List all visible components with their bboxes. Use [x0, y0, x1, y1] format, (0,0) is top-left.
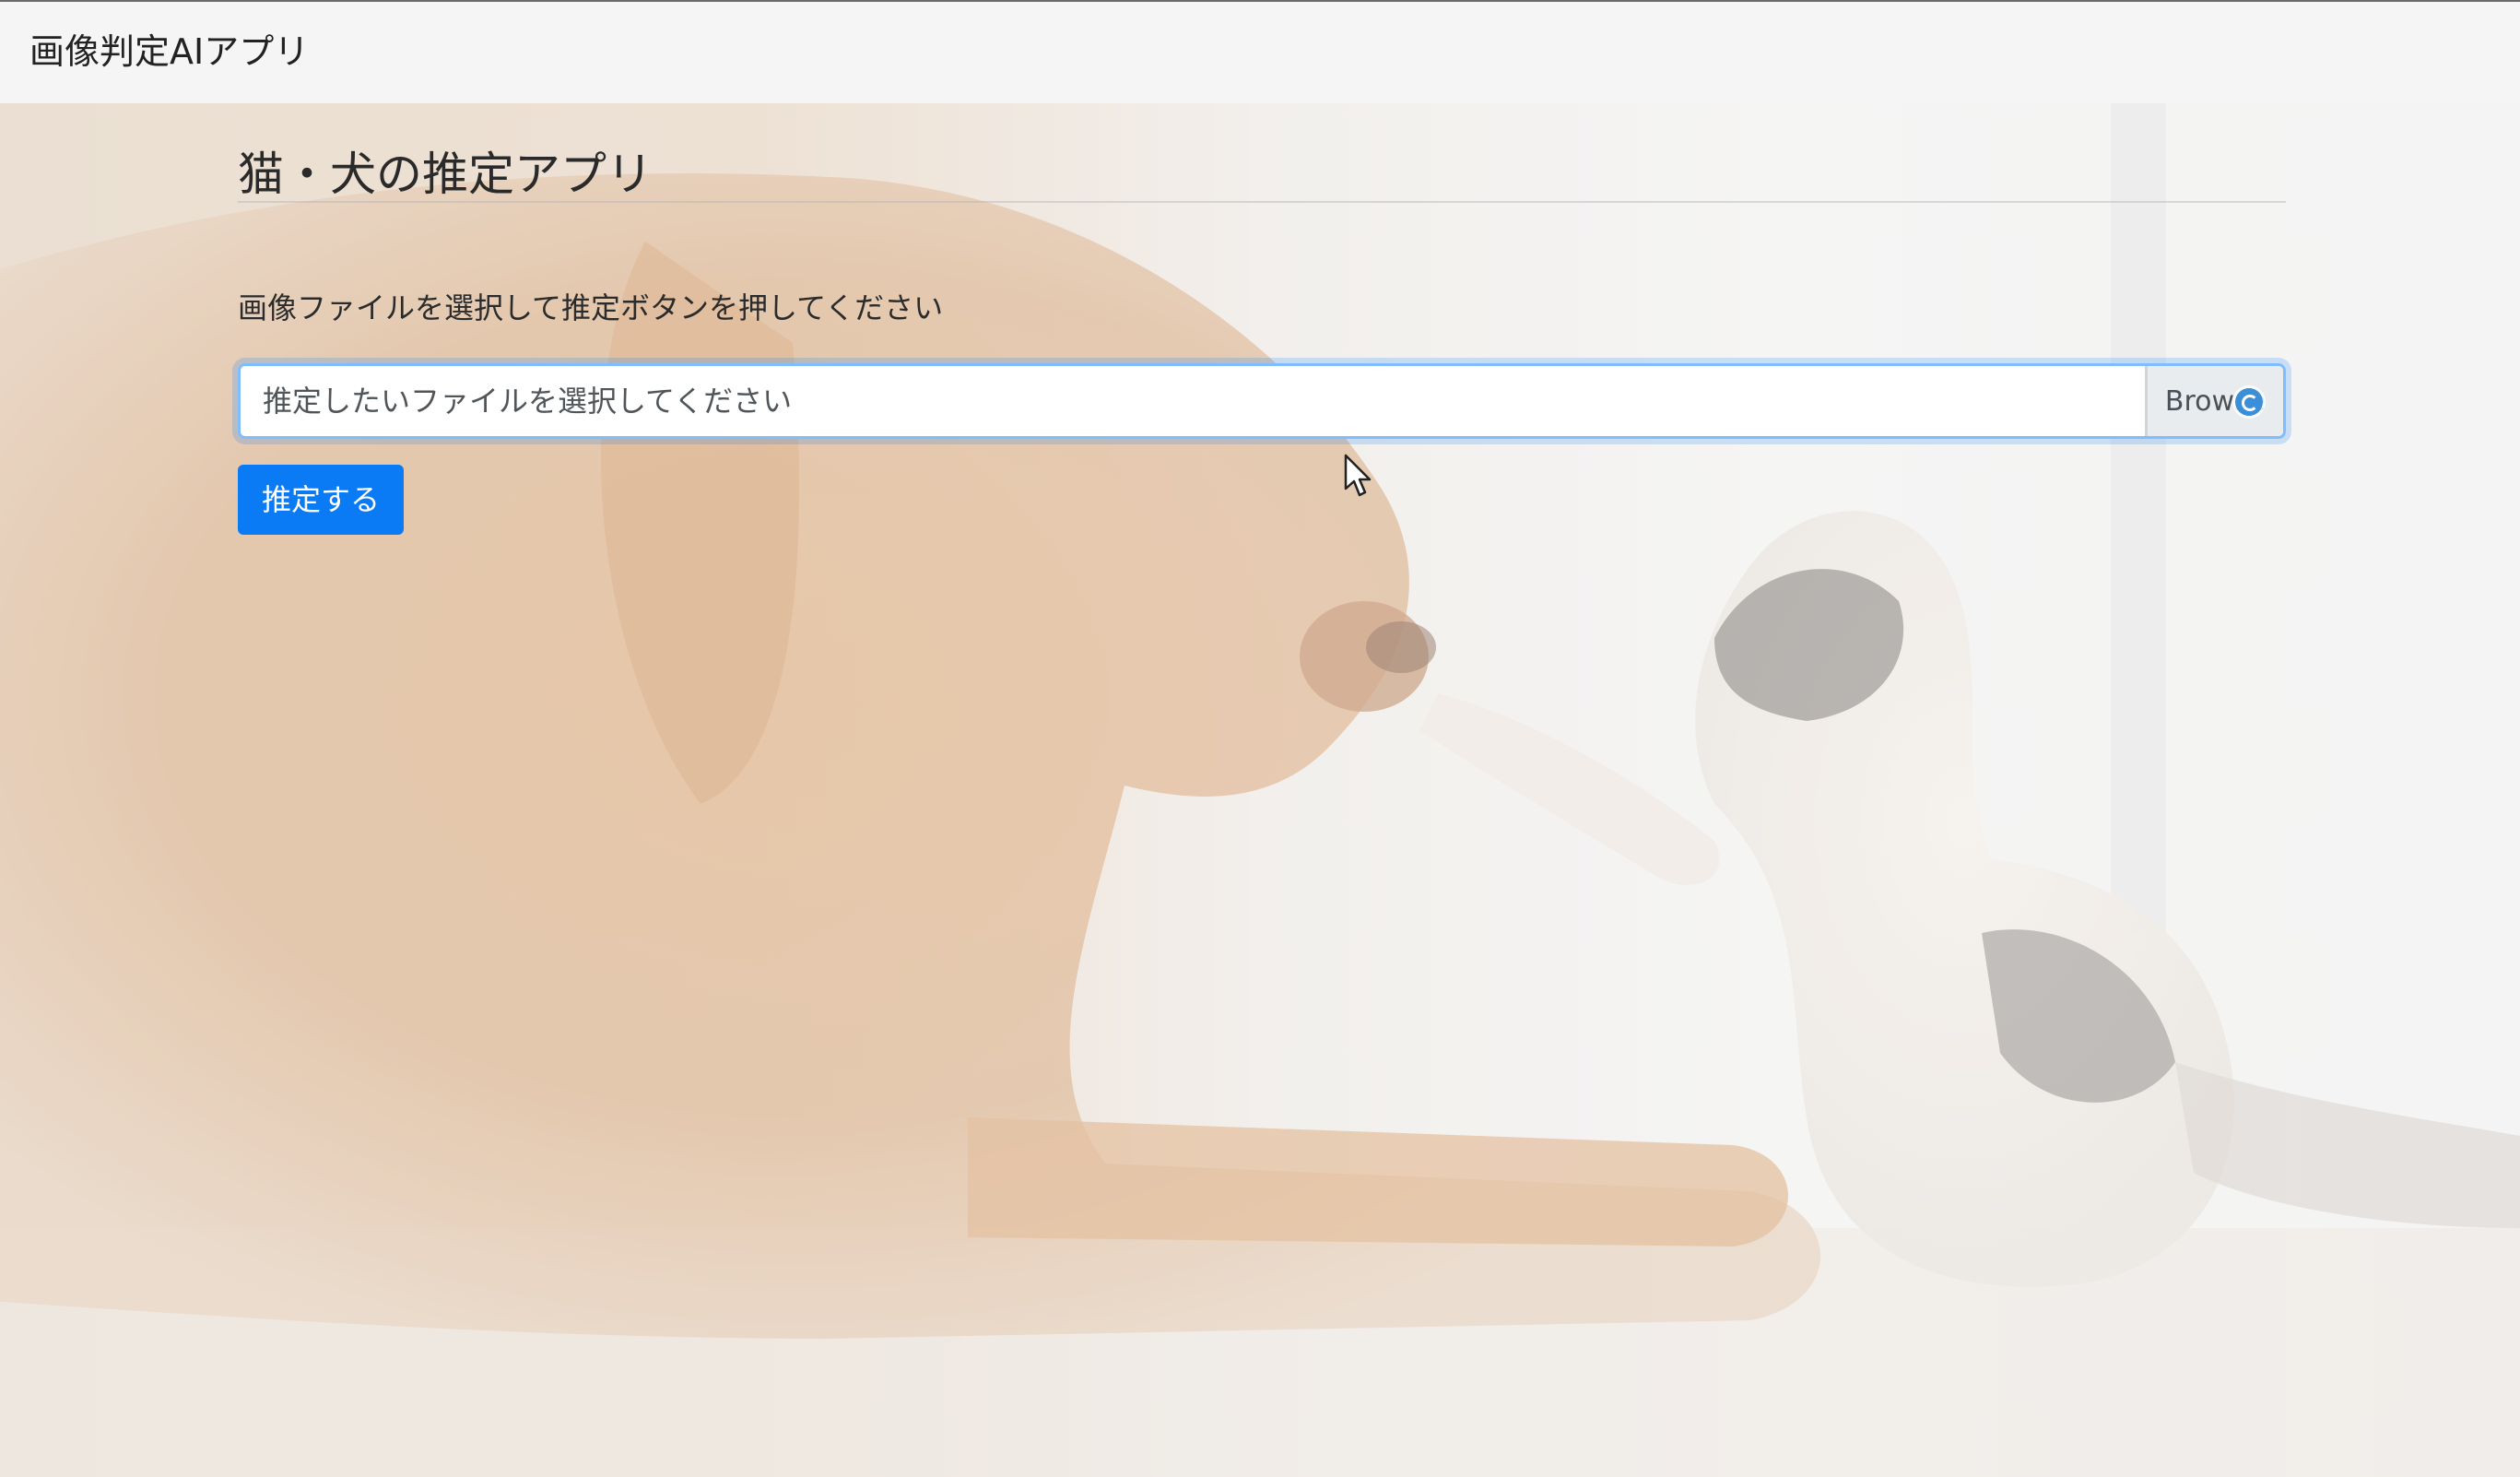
instruction-text: 画像ファイルを選択して推定ボタンを押してください	[238, 290, 944, 325]
loading-spinner-icon	[2235, 388, 2263, 416]
estimate-submit-button[interactable]: 推定する	[238, 465, 404, 535]
title-divider	[238, 201, 2286, 203]
app-page: 画像判定AIアプリ 猫・犬の推定アプリ 画像ファイルを選択して推定ボタンを押して…	[0, 0, 2520, 1477]
app-brand[interactable]: 画像判定AIアプリ	[29, 28, 309, 76]
mouse-pointer-icon	[1344, 454, 1372, 497]
browse-button[interactable]: Browse	[2145, 366, 2283, 436]
file-path-field[interactable]	[241, 366, 2145, 436]
file-input-group: Browse	[238, 363, 2286, 439]
page-title: 猫・犬の推定アプリ	[238, 148, 653, 201]
top-navbar: 画像判定AIアプリ	[0, 0, 2520, 103]
